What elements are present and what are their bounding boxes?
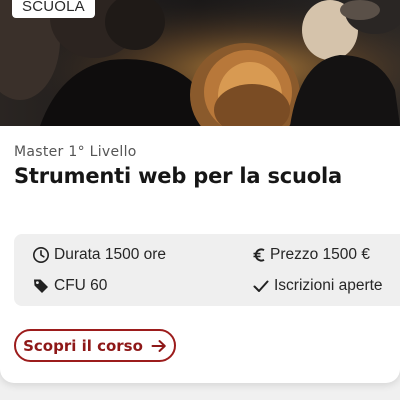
hero-image: SCUOLA bbox=[0, 0, 400, 126]
course-card: SCUOLA Master 1° Livello Strumenti web p… bbox=[0, 0, 400, 383]
course-title: Strumenti web per la scuola bbox=[14, 164, 342, 188]
enrollment-info: Iscrizioni aperte bbox=[252, 277, 383, 295]
tag-icon bbox=[34, 279, 48, 293]
price-info: Prezzo 1500 € bbox=[252, 246, 370, 264]
discover-course-button[interactable]: Scopri il corso bbox=[14, 329, 176, 362]
check-icon bbox=[253, 280, 269, 292]
course-info-box: Durata 1500 ore Prezzo 1500 € CFU 60 Isc… bbox=[14, 234, 400, 306]
euro-icon bbox=[253, 248, 265, 262]
arrow-right-icon bbox=[151, 339, 166, 352]
category-badge: SCUOLA bbox=[12, 0, 95, 18]
price-text: Prezzo 1500 € bbox=[270, 246, 370, 263]
credits-info: CFU 60 bbox=[32, 277, 107, 295]
discover-course-label: Scopri il corso bbox=[23, 336, 143, 355]
clock-icon bbox=[33, 247, 49, 263]
course-level: Master 1° Livello bbox=[14, 144, 137, 160]
credits-text: CFU 60 bbox=[54, 277, 108, 294]
duration-info: Durata 1500 ore bbox=[32, 246, 166, 264]
enrollment-text: Iscrizioni aperte bbox=[274, 277, 383, 294]
duration-text: Durata 1500 ore bbox=[54, 246, 167, 263]
